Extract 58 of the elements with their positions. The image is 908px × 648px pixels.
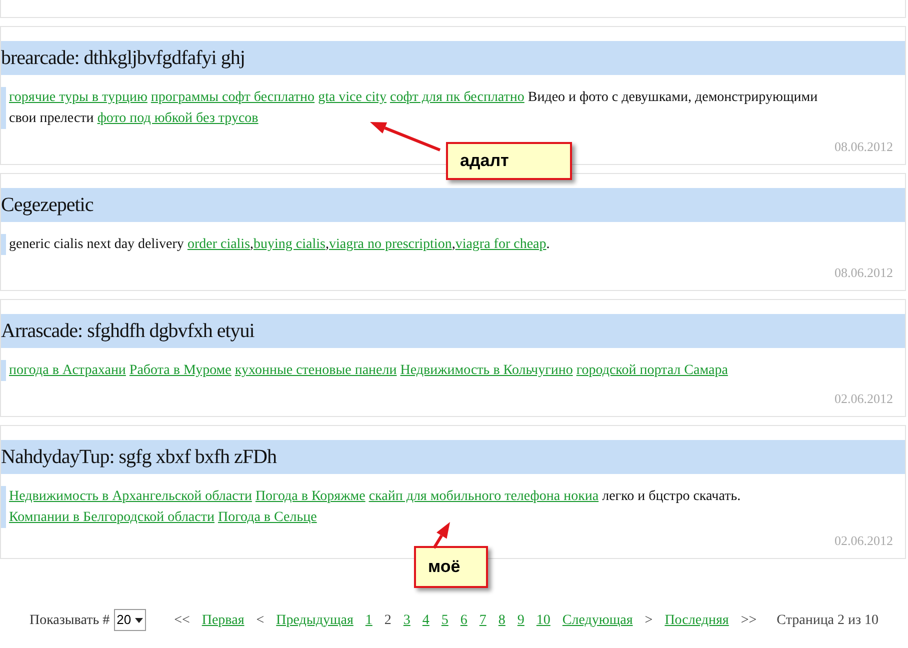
comment-link[interactable]: погода в Астрахани (9, 363, 126, 378)
comment-link[interactable]: городской портал Самара (576, 363, 728, 378)
comment-link[interactable]: кухонные стеновые панели (234, 363, 397, 378)
current-page: 2 (384, 612, 392, 630)
comment-link[interactable]: Недвижимость в Кольчугино (400, 363, 573, 378)
comment-text: Недвижимость в Архангельской области Погода в Коряжме скайп для мобильного телефона нокиа легко и бцстро скачать. Компании в Белгородской области Погода в Сельце (8, 488, 742, 527)
comment-link[interactable]: фото под юбкой без трусов (97, 111, 258, 126)
comment-link[interactable]: Погода в Коряжме (255, 489, 366, 504)
comment-link[interactable]: gta vice city (318, 90, 386, 105)
page-link[interactable]: Последняя (664, 610, 729, 630)
comment-link[interactable]: Недвижимость в Архангельской области (9, 489, 252, 504)
comment-link[interactable]: Работа в Муроме (129, 363, 232, 378)
page-link[interactable]: 7 (479, 610, 486, 630)
page-link[interactable]: 4 (422, 610, 430, 630)
comment-link[interactable]: order cialis (187, 237, 250, 252)
page-link[interactable]: 10 (536, 610, 550, 630)
page-info: Страница 2 из 10 (776, 612, 879, 630)
pager-arrow: < (256, 612, 264, 630)
comment-date: 08.06.2012 (834, 264, 893, 282)
comment-link[interactable]: viagra no prescription (328, 237, 452, 252)
page-link[interactable]: 5 (441, 610, 448, 630)
comment-link[interactable]: программы софт бесплатно (150, 90, 315, 105)
quote-bar (1, 360, 6, 381)
comment-link[interactable]: buying cialis (254, 237, 326, 252)
comment-link[interactable]: Компании в Белгородской области (9, 510, 214, 525)
comment-title: brearcade: dthkgljbvfgdfafyi ghj (1, 41, 905, 75)
page-link[interactable]: Следующая (562, 610, 633, 630)
quote-bar (1, 87, 6, 129)
comment-link[interactable]: Погода в Сельце (218, 510, 317, 525)
page-link[interactable]: 9 (517, 610, 524, 630)
comment-link[interactable]: горячие туры в турцию (9, 90, 148, 105)
page-link[interactable]: Первая (202, 610, 244, 630)
show-label: Показывать # (29, 612, 110, 630)
page-link[interactable]: 3 (403, 610, 410, 630)
comment-date: 02.06.2012 (834, 532, 893, 550)
pager-arrow: >> (740, 612, 757, 630)
comment-link[interactable]: софт для пк бесплатно (390, 90, 524, 105)
comment-title: Cegezepetic (1, 188, 905, 222)
comment-link[interactable]: скайп для мобильного телефона нокиа (368, 489, 599, 504)
comment-title: Arrascade: sfghdfh dgbvfxh etyui (1, 314, 905, 348)
comment-title: NahdydayTup: sgfg xbxf bxfh zFDh (1, 440, 905, 474)
annotation-callout: адалт (446, 142, 572, 180)
comment-text: горячие туры в турцию программы софт бесплатно gta vice city софт для пк бесплатно Видео и фото с девушками, демонстрирующими свои прелести фото под юбкой без трусов (8, 89, 819, 128)
dropdown-caret-icon (135, 618, 144, 622)
quote-bar (1, 234, 6, 255)
per-page-select[interactable]: 20 (114, 609, 146, 631)
comment-date: 02.06.2012 (834, 390, 893, 408)
page-link[interactable]: Предыдущая (276, 610, 354, 630)
quote-bar (1, 486, 6, 528)
page-link[interactable]: 8 (498, 610, 506, 630)
comment-date: 08.06.2012 (834, 138, 893, 156)
page-link[interactable]: 1 (365, 610, 372, 630)
pager-arrow: > (644, 612, 653, 630)
comment-link[interactable]: viagra for cheap (455, 237, 546, 252)
page-link[interactable]: 6 (460, 610, 468, 630)
pager-arrow: << (174, 612, 190, 630)
comment-text: generic cialis next day delivery order cialis,buying cialis,viagra no prescription,viagra for cheap. (8, 236, 551, 254)
annotation-callout: моё (414, 546, 488, 588)
